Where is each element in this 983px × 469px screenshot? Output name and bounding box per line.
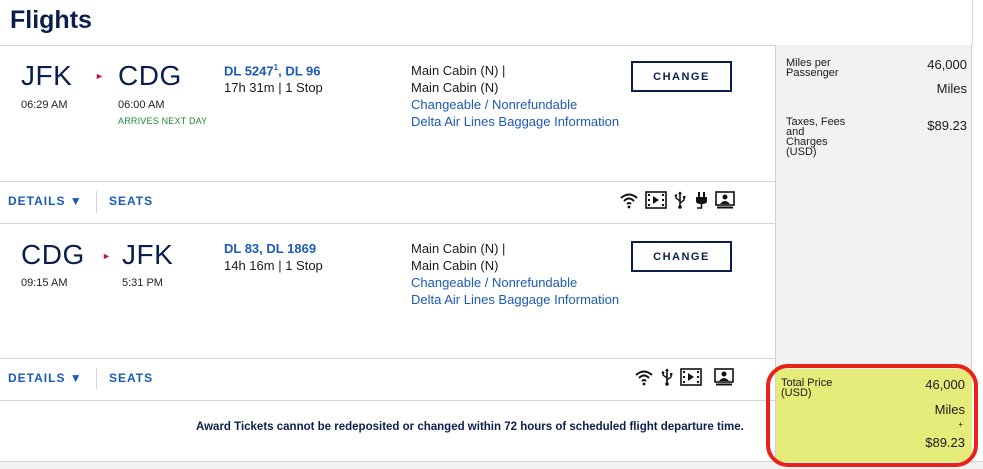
arrival-time: 06:00 AM — [118, 99, 165, 111]
entertainment-icon — [680, 368, 702, 386]
wifi-icon — [619, 191, 639, 209]
usb-power-icon — [660, 368, 674, 386]
destination-code: CDG — [118, 60, 182, 91]
flight-segment-outbound: JFK 06:29 AM ► CDG 06:00 AM ARRIVES NEXT… — [0, 46, 775, 181]
cabin-line: Main Cabin (N) | — [411, 63, 506, 78]
segment-details-bar: DETAILS ▼ SEATS — [0, 358, 775, 401]
departure-time: 09:15 AM — [21, 277, 68, 289]
flight-duration: 14h 16m | 1 Stop — [224, 258, 323, 273]
flight-number-link[interactable]: DL 1869 — [266, 241, 316, 256]
taxes-value: $89.23 — [927, 118, 967, 133]
route-arrow-icon: ► — [95, 71, 104, 81]
seats-link[interactable]: SEATS — [109, 371, 153, 385]
personal-screen-icon — [715, 191, 735, 209]
miles-per-passenger-label: Miles per Passenger — [786, 58, 839, 79]
miles-unit: Miles — [936, 81, 967, 96]
amenities-list — [619, 191, 735, 209]
arrives-next-day-note: ARRIVES NEXT DAY — [118, 116, 208, 126]
wifi-icon — [634, 368, 654, 386]
seats-link[interactable]: SEATS — [109, 194, 153, 208]
cabin-line: Main Cabin (N) | — [411, 241, 506, 256]
ac-power-icon — [693, 191, 709, 209]
cabin-line: Main Cabin (N) — [411, 80, 499, 95]
usb-power-icon — [673, 191, 687, 209]
cabin-info: Main Cabin (N) | Main Cabin (N) Changeab… — [411, 62, 619, 130]
label-line: (USD) — [786, 146, 817, 158]
label-line: Passenger — [786, 67, 839, 79]
flight-number-link[interactable]: DL 96 — [285, 63, 320, 78]
flight-duration: 17h 31m | 1 Stop — [224, 80, 323, 95]
origin-code: CDG — [21, 239, 85, 270]
flight-number-link[interactable]: DL 83 — [224, 241, 259, 256]
flight-separator: , — [259, 241, 263, 256]
route-arrow-icon: ► — [102, 251, 111, 261]
divider — [96, 368, 97, 390]
taxes-fees-label: Taxes, Fees and Charges (USD) — [786, 117, 845, 158]
entertainment-icon — [645, 191, 667, 209]
divider — [972, 0, 973, 46]
baggage-info-link[interactable]: Delta Air Lines Baggage Information — [411, 291, 619, 308]
cabin-line: Main Cabin (N) — [411, 258, 499, 273]
miles-value: 46,000 — [927, 57, 967, 72]
change-flight-button[interactable]: CHANGE — [631, 61, 732, 92]
flight-separator: , — [278, 63, 282, 79]
fare-rules-link[interactable]: Changeable / Nonrefundable — [411, 274, 619, 291]
origin-code: JFK — [21, 60, 73, 91]
amenities-list — [634, 368, 734, 386]
flight-numbers: DL 52471, DL 96 — [224, 63, 321, 78]
baggage-info-link[interactable]: Delta Air Lines Baggage Information — [411, 113, 619, 130]
annotation-highlight-ring — [766, 364, 978, 467]
destination-code: JFK — [122, 239, 174, 270]
segment-details-bar: DETAILS ▼ SEATS — [0, 181, 775, 224]
details-toggle[interactable]: DETAILS ▼ — [8, 371, 83, 385]
departure-time: 06:29 AM — [21, 99, 68, 111]
flight-numbers: DL 83, DL 1869 — [224, 241, 316, 256]
flight-segment-return: CDG 09:15 AM ► JFK 5:31 PM DL 83, DL 186… — [0, 224, 775, 359]
page-title: Flights — [10, 6, 92, 34]
personal-screen-icon — [714, 368, 734, 386]
arrival-time: 5:31 PM — [122, 277, 163, 289]
flight-number-link[interactable]: DL 5247 — [224, 63, 274, 78]
award-ticket-notice: Award Tickets cannot be redeposited or c… — [196, 421, 744, 433]
cabin-info: Main Cabin (N) | Main Cabin (N) Changeab… — [411, 240, 619, 308]
divider — [96, 191, 97, 213]
fare-rules-link[interactable]: Changeable / Nonrefundable — [411, 96, 619, 113]
details-toggle[interactable]: DETAILS ▼ — [8, 194, 83, 208]
change-flight-button[interactable]: CHANGE — [631, 241, 732, 272]
